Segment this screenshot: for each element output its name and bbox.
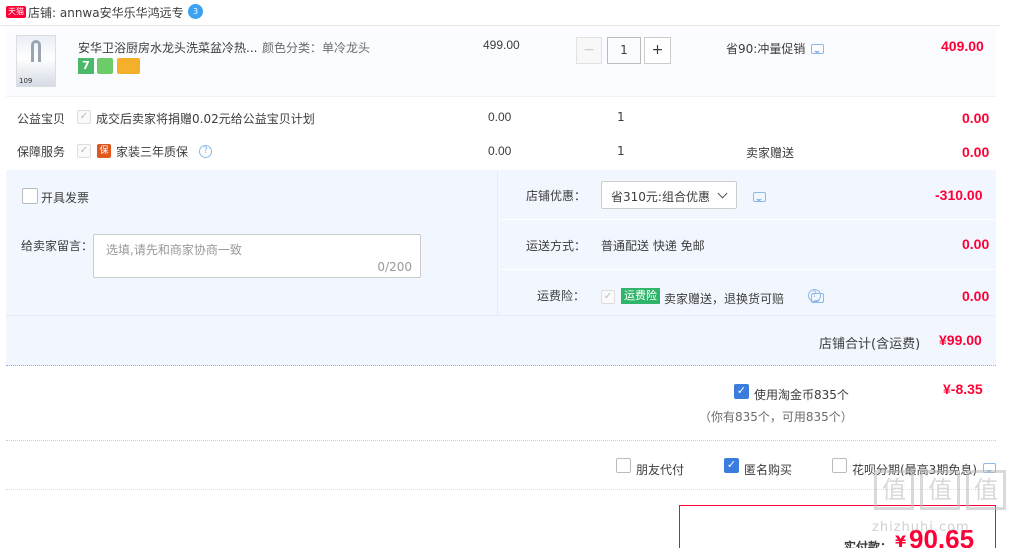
shop-total-label: 店铺合计(含运费) [819,337,921,352]
taojinbi-sub: （你有835个，可用835个） [699,410,853,424]
order-extras-panel: 开具发票 给卖家留言： 选填,请先和商家协商一致 0/200 店铺优惠： 省31… [6,170,996,366]
promo-text: 省90:冲量促销 [726,42,806,56]
insurance-desc: 卖家赠送，退换货可赔 [664,292,785,306]
service-badge-icon: 保 [97,144,111,158]
service-row: 保障服务 保 家装三年质保 ? 0.00 1 卖家赠送 0.00 [6,134,996,167]
service-subtotal: 0.00 [962,144,990,160]
shop-discount-label: 店铺优惠： [526,189,587,203]
quantity-stepper: − 1 + [576,37,672,64]
pay-label: 实付款： [844,540,893,548]
promo-chat-icon[interactable] [811,44,824,54]
product-sku: 颜色分类：单冷龙头 [262,41,371,55]
item-subtotal: 409.00 [941,38,984,54]
qty-input[interactable]: 1 [607,37,641,64]
shop-discount-select[interactable]: 省310元:组合优惠 [601,181,737,209]
service-desc: 家装三年质保 [116,145,189,159]
divider [6,440,996,441]
tmall-badge: 天猫 [6,6,26,18]
product-title-link[interactable]: 安华卫浴厨房水龙头洗菜盆冷热... [78,39,257,56]
qty-minus-button[interactable]: − [576,37,602,64]
service-label: 保障服务 [17,145,66,159]
badge-guarantee-icon [97,58,113,74]
pay-amount: 90.65 [909,524,975,548]
message-counter: 0/200 [377,260,412,274]
charity-label: 公益宝贝 [17,112,66,126]
wangwang-icon[interactable]: 3 [188,4,203,19]
insurance-amount: 0.00 [962,288,990,304]
insurance-tag: 运费险 [621,288,660,304]
service-qty: 1 [617,144,625,158]
insurance-help-icon[interactable]: ? [808,289,821,302]
item-row: 109 安华卫浴厨房水龙头洗菜盆冷热... 颜色分类：单冷龙头 7 499.00… [6,27,996,97]
shop-total-amount: ¥99.00 [939,332,982,348]
invoice-label[interactable]: 开具发票 [41,189,89,206]
product-thumbnail[interactable]: 109 [16,35,56,87]
charity-subtotal: 0.00 [962,110,990,126]
thumb-price: 109 [19,77,33,85]
anonymous-label[interactable]: 匿名购买 [744,461,792,478]
service-help-icon[interactable]: ? [199,145,212,158]
unit-price: 499.00 [483,38,520,52]
taojinbi-label[interactable]: 使用淘金币835个 [754,386,849,403]
taojinbi-amount: ¥-8.35 [943,381,983,397]
badge-card-icon [117,58,140,74]
pay-currency: ¥ [895,532,907,548]
message-textarea[interactable]: 选填,请先和商家协商一致 0/200 [93,234,421,278]
service-price: 0.00 [488,144,512,158]
taojinbi-checkbox[interactable] [734,384,749,399]
discount-chat-icon[interactable] [753,192,766,202]
shop-header: 天猫 店铺: annwa安华乐华鸿远专 3 [0,0,1000,26]
qty-plus-button[interactable]: + [644,37,671,64]
pay-summary-box: 实付款： ¥ 90.65 [679,505,996,548]
insurance-checkbox [601,290,615,304]
divider-2 [6,489,996,490]
friend-pay-label[interactable]: 朋友代付 [636,461,684,478]
shop-name-link[interactable]: 店铺: annwa安华乐华鸿远专 [28,4,184,21]
shop-discount-amount: -310.00 [935,187,983,203]
charity-price: 0.00 [488,110,512,124]
service-note: 卖家赠送 [746,146,795,160]
delivery-amount: 0.00 [962,236,990,252]
friend-pay-checkbox[interactable] [616,458,631,473]
insurance-label: 运费险： [537,289,586,303]
delivery-label: 运送方式： [526,239,587,253]
charity-checkbox [77,110,91,124]
message-placeholder: 选填,请先和商家协商一致 [106,243,242,257]
badge-7day-icon: 7 [78,58,94,74]
anonymous-checkbox[interactable] [724,458,739,473]
huabei-label[interactable]: 花呗分期(最高3期免息) [852,461,977,478]
huabei-checkbox[interactable] [832,458,847,473]
chevron-down-icon [717,188,728,199]
service-checkbox [77,144,91,158]
faucet-shape [31,40,41,62]
charity-row: 公益宝贝 成交后卖家将捐赠0.02元给公益宝贝计划 0.00 1 0.00 [6,100,996,133]
shop-discount-selected: 省310元:组合优惠 [611,190,710,204]
huabei-chat-icon[interactable] [983,463,996,473]
delivery-value: 普通配送 快递 免邮 [601,239,705,253]
charity-qty: 1 [617,110,625,124]
charity-desc: 成交后卖家将捐赠0.02元给公益宝贝计划 [96,112,315,126]
message-label: 给卖家留言： [21,239,94,253]
invoice-checkbox[interactable] [22,188,38,204]
